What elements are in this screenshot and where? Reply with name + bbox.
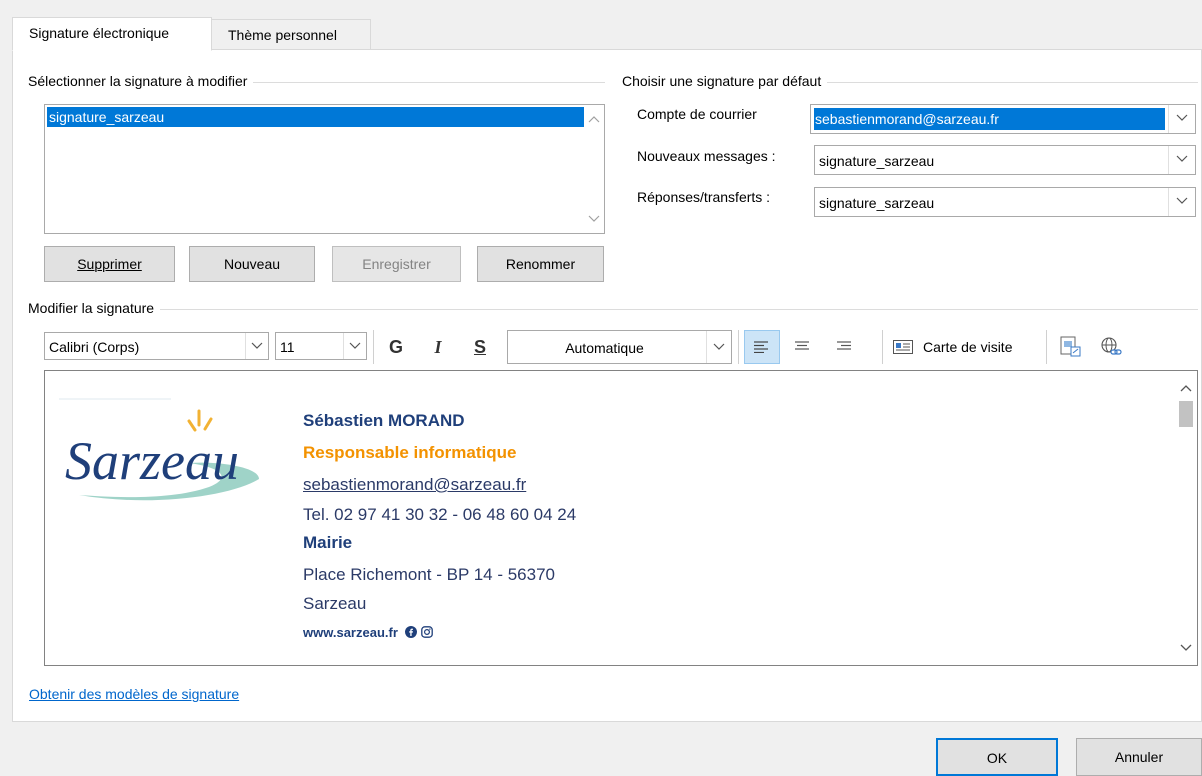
rename-button-label: Renommer bbox=[505, 256, 576, 272]
account-select[interactable]: sebastienmorand@sarzeau.fr bbox=[810, 104, 1196, 134]
insert-picture-icon bbox=[1060, 336, 1081, 357]
delete-button-label: Supprimer bbox=[77, 256, 142, 272]
replies-value: signature_sarzeau bbox=[819, 195, 935, 211]
select-group-title: Sélectionner la signature à modifier bbox=[28, 73, 254, 89]
signature-email-link[interactable]: sebastienmorand@sarzeau.fr bbox=[303, 475, 526, 495]
chevron-up-icon[interactable] bbox=[584, 109, 604, 129]
chevron-up-icon[interactable] bbox=[1180, 379, 1192, 395]
cancel-button[interactable]: Annuler bbox=[1076, 738, 1202, 776]
editor-scrollbar[interactable] bbox=[1175, 371, 1197, 665]
signature-address: Place Richemont - BP 14 - 56370 bbox=[303, 565, 555, 584]
font-size-value: 11 bbox=[280, 339, 295, 355]
signature-org: Mairie bbox=[303, 533, 353, 552]
bold-button[interactable]: G bbox=[382, 330, 410, 364]
toolbar-separator bbox=[373, 330, 374, 364]
replies-select[interactable]: signature_sarzeau bbox=[814, 187, 1196, 217]
rename-button[interactable]: Renommer bbox=[477, 246, 604, 282]
tab-theme[interactable]: Thème personnel bbox=[211, 19, 371, 50]
align-left-icon bbox=[754, 341, 768, 353]
toolbar-separator bbox=[882, 330, 883, 364]
chevron-down-icon[interactable] bbox=[1168, 146, 1195, 174]
list-item[interactable]: signature_sarzeau bbox=[47, 107, 584, 127]
chevron-down-icon[interactable] bbox=[1180, 639, 1192, 655]
font-size-select[interactable]: 11 bbox=[275, 332, 367, 360]
edit-group-line bbox=[30, 309, 1198, 310]
scrollbar-thumb[interactable] bbox=[1179, 401, 1193, 427]
business-card-button[interactable]: Carte de visite bbox=[890, 333, 1035, 361]
cancel-button-label: Annuler bbox=[1114, 749, 1164, 765]
facebook-icon[interactable] bbox=[404, 626, 417, 638]
font-color-select[interactable]: Automatique bbox=[507, 330, 732, 364]
tab-signature-label: Signature électronique bbox=[29, 25, 170, 41]
align-left-button[interactable] bbox=[744, 330, 780, 364]
insert-picture-button[interactable] bbox=[1058, 333, 1084, 361]
save-button-label: Enregistrer bbox=[362, 256, 431, 272]
chevron-down-icon[interactable] bbox=[584, 209, 604, 229]
italic-button[interactable]: I bbox=[424, 330, 452, 364]
business-card-icon bbox=[893, 340, 913, 354]
replies-label: Réponses/transferts : bbox=[637, 189, 771, 205]
signature-phone: Tel. 02 97 41 30 32 - 06 48 60 04 24 bbox=[303, 505, 577, 524]
signature-city: Sarzeau bbox=[303, 594, 367, 613]
default-group-title: Choisir une signature par défaut bbox=[622, 73, 828, 89]
toolbar-separator bbox=[1046, 330, 1047, 364]
new-button-label: Nouveau bbox=[223, 256, 281, 272]
hyperlink-icon bbox=[1101, 337, 1122, 355]
font-value: Calibri (Corps) bbox=[49, 339, 140, 355]
ok-button-label: OK bbox=[986, 750, 1008, 766]
business-card-label: Carte de visite bbox=[923, 339, 1013, 355]
signature-website[interactable]: www.sarzeau.fr bbox=[303, 625, 398, 640]
delete-button[interactable]: Supprimer bbox=[44, 246, 175, 282]
chevron-down-icon[interactable] bbox=[343, 333, 366, 359]
bold-icon: G bbox=[388, 337, 403, 357]
new-messages-value: signature_sarzeau bbox=[819, 153, 935, 169]
instagram-icon[interactable] bbox=[421, 626, 433, 638]
signature-templates-link[interactable]: Obtenir des modèles de signature bbox=[29, 686, 239, 702]
signature-role: Responsable informatique bbox=[303, 443, 517, 462]
font-select[interactable]: Calibri (Corps) bbox=[44, 332, 269, 360]
font-color-value: Automatique bbox=[565, 340, 644, 356]
tab-signature[interactable]: Signature électronique bbox=[12, 17, 212, 51]
align-right-button[interactable] bbox=[828, 330, 860, 364]
align-center-button[interactable] bbox=[786, 330, 818, 364]
edit-group-title: Modifier la signature bbox=[28, 300, 161, 316]
align-center-icon bbox=[795, 341, 809, 350]
account-value: sebastienmorand@sarzeau.fr bbox=[814, 108, 1165, 130]
sarzeau-logo: Sarzeau bbox=[59, 397, 277, 517]
signature-website-row: www.sarzeau.fr bbox=[303, 625, 433, 640]
chevron-down-icon[interactable] bbox=[1168, 105, 1195, 133]
signature-list[interactable]: signature_sarzeau bbox=[44, 104, 605, 234]
underline-button[interactable]: S bbox=[466, 330, 494, 364]
list-scrollbar[interactable] bbox=[584, 105, 604, 233]
tab-theme-label: Thème personnel bbox=[228, 27, 337, 43]
chevron-down-icon[interactable] bbox=[245, 333, 268, 359]
account-label: Compte de courrier bbox=[637, 106, 757, 122]
new-messages-select[interactable]: signature_sarzeau bbox=[814, 145, 1196, 175]
italic-icon: I bbox=[434, 337, 442, 357]
logo-text: Sarzeau bbox=[65, 431, 239, 491]
toolbar-separator bbox=[738, 330, 739, 364]
align-right-icon bbox=[837, 341, 851, 350]
new-button[interactable]: Nouveau bbox=[189, 246, 315, 282]
hyperlink-button[interactable] bbox=[1098, 333, 1124, 361]
chevron-down-icon[interactable] bbox=[1168, 188, 1195, 216]
chevron-down-icon[interactable] bbox=[706, 331, 731, 363]
ok-button[interactable]: OK bbox=[936, 738, 1058, 776]
signature-name: Sébastien MORAND bbox=[303, 411, 465, 430]
signature-editor[interactable]: Sarzeau Sébastien MORAND Responsable inf… bbox=[44, 370, 1198, 666]
save-button[interactable]: Enregistrer bbox=[332, 246, 461, 282]
underline-icon: S bbox=[473, 337, 486, 357]
new-messages-label: Nouveaux messages : bbox=[637, 148, 776, 164]
